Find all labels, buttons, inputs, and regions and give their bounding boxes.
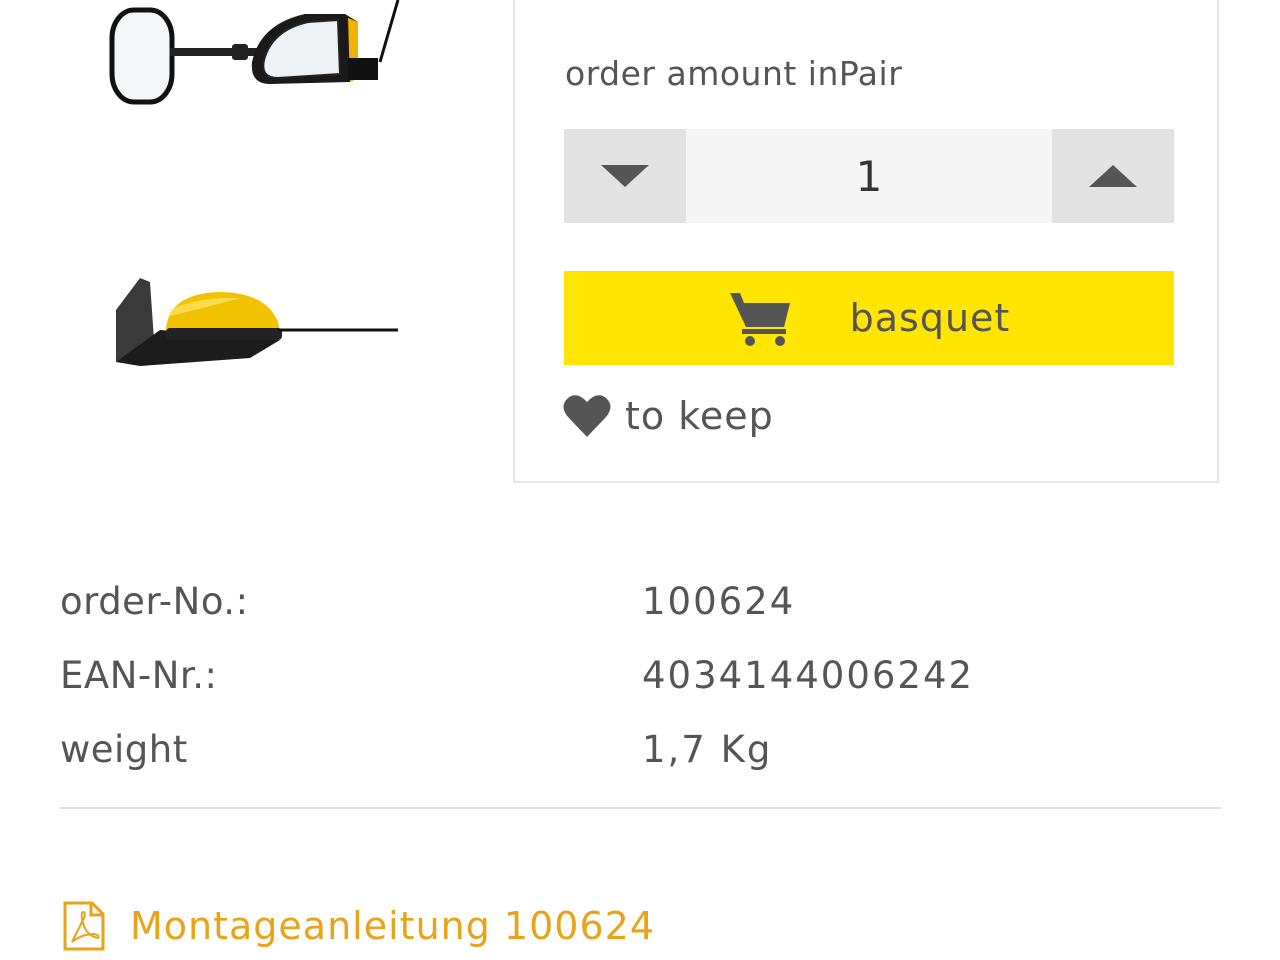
- quantity-input[interactable]: 1: [686, 129, 1052, 223]
- increase-quantity-button[interactable]: [1052, 129, 1174, 223]
- heart-icon: [563, 395, 611, 437]
- triangle-up-icon: [1089, 165, 1137, 187]
- spec-value: 100624: [642, 580, 796, 623]
- assembly-manual-link[interactable]: Montageanleitung 100624: [62, 900, 655, 952]
- add-to-basket-button[interactable]: basquet: [564, 271, 1174, 365]
- order-amount-label: order amount inPair: [565, 54, 903, 93]
- spec-label: EAN-Nr.:: [60, 654, 218, 697]
- mirror-front-image: [109, 0, 400, 105]
- quantity-stepper: 1: [564, 129, 1174, 223]
- assembly-manual-label: Montageanleitung 100624: [130, 904, 655, 948]
- wishlist-link[interactable]: to keep: [563, 393, 774, 439]
- triangle-down-icon: [601, 165, 649, 187]
- product-page: order amount inPair 1 basquet to keep or…: [0, 0, 1280, 960]
- spec-label: weight: [60, 728, 188, 771]
- shopping-cart-icon: [729, 293, 790, 346]
- pdf-icon: [63, 901, 105, 951]
- spec-value: 4034144006242: [642, 654, 975, 697]
- spec-value: 1,7 Kg: [642, 728, 773, 771]
- product-thumbnail-side[interactable]: [100, 270, 410, 380]
- purchase-panel: order amount inPair 1 basquet to keep: [513, 0, 1219, 483]
- mirror-side-image: [116, 278, 398, 366]
- basket-button-label: basquet: [849, 296, 1011, 340]
- section-divider: [60, 807, 1221, 809]
- decrease-quantity-button[interactable]: [564, 129, 686, 223]
- product-thumbnail-front[interactable]: [100, 0, 410, 110]
- wishlist-label: to keep: [625, 394, 774, 438]
- spec-label: order-No.:: [60, 580, 249, 623]
